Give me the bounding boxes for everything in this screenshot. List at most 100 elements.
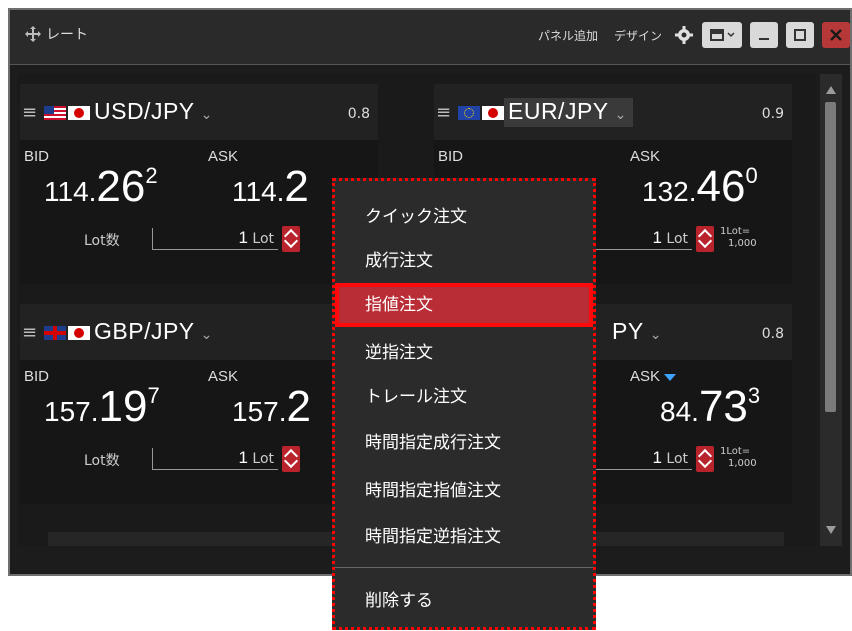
bid-price-fraction: 2 bbox=[145, 163, 158, 188]
menu-separator bbox=[335, 567, 593, 568]
panel-header: ≡ GBP/JPY ⌄ bbox=[20, 304, 378, 360]
chevron-down-icon: ⌄ bbox=[614, 106, 627, 122]
lot-unit-note: 1Lot= 1,000 bbox=[720, 446, 757, 470]
window-title: レート bbox=[46, 27, 88, 43]
ask-price-pips: 2 bbox=[286, 382, 311, 431]
minimize-icon bbox=[759, 38, 769, 40]
layout-menu-button[interactable] bbox=[702, 22, 742, 48]
lot-unit: Lot bbox=[252, 451, 274, 467]
menu-item-trailing-order[interactable]: トレール注文 bbox=[335, 375, 593, 419]
currency-pair-select[interactable]: GBP/JPY ⌄ bbox=[94, 318, 213, 345]
scroll-thumb[interactable] bbox=[825, 102, 836, 412]
lot-label: Lot数 bbox=[84, 453, 120, 469]
lot-stepper[interactable] bbox=[696, 226, 714, 252]
menu-item-market-order[interactable]: 成行注文 bbox=[335, 239, 593, 283]
scroll-down-icon[interactable] bbox=[826, 526, 836, 534]
ask-price-pips: 2 bbox=[284, 162, 309, 211]
maximize-icon bbox=[794, 29, 806, 41]
title-bar[interactable]: レート パネル追加 デザイン bbox=[10, 10, 850, 65]
currency-pair-select[interactable]: USD/JPY ⌄ bbox=[94, 98, 213, 125]
flag-icons bbox=[44, 106, 90, 120]
minimize-button[interactable] bbox=[750, 22, 778, 48]
lot-value: 1 bbox=[652, 448, 662, 467]
chevron-down-icon: ⌄ bbox=[200, 326, 213, 342]
currency-pair-label: USD/JPY bbox=[94, 98, 195, 124]
bid-price-pips: 19 bbox=[98, 382, 148, 431]
ask-price-button[interactable]: 132.460 bbox=[642, 162, 758, 212]
lot-note-line-2: 1,000 bbox=[728, 238, 757, 249]
move-icon[interactable] bbox=[24, 25, 42, 43]
chevron-down-icon bbox=[726, 32, 735, 38]
rate-panel-usdjpy: ≡ USD/JPY ⌄ 0.8 BID ASK 114.262 114.2 Lot… bbox=[20, 84, 378, 284]
menu-icon[interactable]: ≡ bbox=[436, 102, 451, 123]
ask-price-pips: 46 bbox=[696, 162, 746, 211]
lot-label: Lot数 bbox=[84, 233, 120, 249]
menu-icon[interactable]: ≡ bbox=[22, 322, 37, 343]
chevron-down-icon: ⌄ bbox=[200, 106, 213, 122]
design-button[interactable]: デザイン bbox=[610, 25, 666, 46]
currency-pair-select[interactable]: EUR/JPY ⌄ bbox=[504, 98, 633, 127]
menu-item-timed-limit-order[interactable]: 時間指定指値注文 bbox=[335, 469, 593, 513]
menu-item-timed-market-order[interactable]: 時間指定成行注文 bbox=[335, 421, 593, 465]
jp-flag-icon bbox=[68, 106, 90, 120]
bid-price-button[interactable]: 157.197 bbox=[44, 382, 160, 432]
currency-pair-label: EUR/JPY bbox=[508, 98, 609, 124]
bid-price-integer: 157. bbox=[44, 396, 99, 427]
add-panel-button[interactable]: パネル追加 bbox=[534, 25, 602, 46]
scroll-up-icon[interactable] bbox=[826, 86, 836, 94]
currency-pair-label: PY bbox=[612, 318, 644, 344]
lot-stepper[interactable] bbox=[282, 226, 300, 252]
maximize-button[interactable] bbox=[786, 22, 814, 48]
us-flag-icon bbox=[44, 106, 66, 120]
lot-value: 1 bbox=[238, 448, 248, 467]
ask-price-pips: 73 bbox=[698, 382, 748, 431]
ask-price-button[interactable]: 114.2 bbox=[232, 162, 309, 212]
lot-stepper[interactable] bbox=[282, 446, 300, 472]
ask-price-integer: 132. bbox=[642, 176, 697, 207]
ask-price-button[interactable]: 84.733 bbox=[660, 382, 760, 432]
gear-icon[interactable] bbox=[674, 25, 694, 45]
currency-pair-label: GBP/JPY bbox=[94, 318, 195, 344]
lot-unit: Lot bbox=[666, 451, 688, 467]
flag-icons bbox=[458, 106, 504, 120]
menu-item-timed-stop-order[interactable]: 時間指定逆指注文 bbox=[335, 515, 593, 559]
bid-price-pips: 26 bbox=[96, 162, 146, 211]
bid-price-fraction: 7 bbox=[147, 383, 160, 408]
lot-unit: Lot bbox=[666, 231, 688, 247]
lot-stepper[interactable] bbox=[696, 446, 714, 472]
lot-unit-note: 1Lot= 1,000 bbox=[720, 226, 757, 250]
panel-header: ≡ EUR/JPY ⌄ 0.9 bbox=[434, 84, 792, 140]
menu-item-limit-order[interactable]: 指値注文 bbox=[335, 283, 593, 327]
menu-item-delete[interactable]: 削除する bbox=[335, 579, 593, 623]
panel-header: ≡ USD/JPY ⌄ 0.8 bbox=[20, 84, 378, 140]
spread-value: 0.8 bbox=[347, 106, 370, 122]
rate-panel-gbpjpy: ≡ GBP/JPY ⌄ BID ASK 157.197 157.2 Lot数 1 … bbox=[20, 304, 378, 504]
ask-price-fraction: 0 bbox=[745, 163, 758, 188]
menu-icon[interactable]: ≡ bbox=[22, 102, 37, 123]
bid-price-button[interactable]: 114.262 bbox=[44, 162, 158, 212]
ask-price-button[interactable]: 157.2 bbox=[232, 382, 311, 432]
lot-note-line-1: 1Lot= bbox=[720, 226, 751, 237]
eu-flag-icon bbox=[458, 106, 480, 120]
ask-price-integer: 157. bbox=[232, 396, 287, 427]
spread-value: 0.9 bbox=[761, 106, 784, 122]
price-down-icon bbox=[664, 373, 677, 381]
ask-price-fraction: 3 bbox=[747, 383, 761, 408]
spread-value: 0.8 bbox=[761, 326, 784, 342]
lot-note-line-2: 1,000 bbox=[728, 458, 757, 469]
menu-item-quick-order[interactable]: クイック注文 bbox=[335, 195, 593, 239]
bid-label: BID bbox=[438, 148, 464, 165]
lot-note-line-1: 1Lot= bbox=[720, 446, 751, 457]
ask-price-integer: 84. bbox=[660, 396, 699, 427]
close-button[interactable] bbox=[822, 22, 850, 48]
lot-value: 1 bbox=[238, 228, 248, 247]
menu-item-stop-order[interactable]: 逆指注文 bbox=[335, 331, 593, 375]
vertical-scrollbar[interactable] bbox=[820, 74, 842, 546]
lot-quantity-input[interactable]: 1 Lot bbox=[152, 228, 278, 250]
lot-quantity-input[interactable]: 1 Lot bbox=[152, 448, 278, 470]
lot-row: Lot数 1 Lot bbox=[20, 226, 378, 256]
close-icon bbox=[830, 29, 842, 41]
jp-flag-icon bbox=[68, 326, 90, 340]
currency-pair-select[interactable]: PY ⌄ bbox=[612, 318, 662, 345]
ask-label-text: ASK bbox=[630, 368, 661, 385]
